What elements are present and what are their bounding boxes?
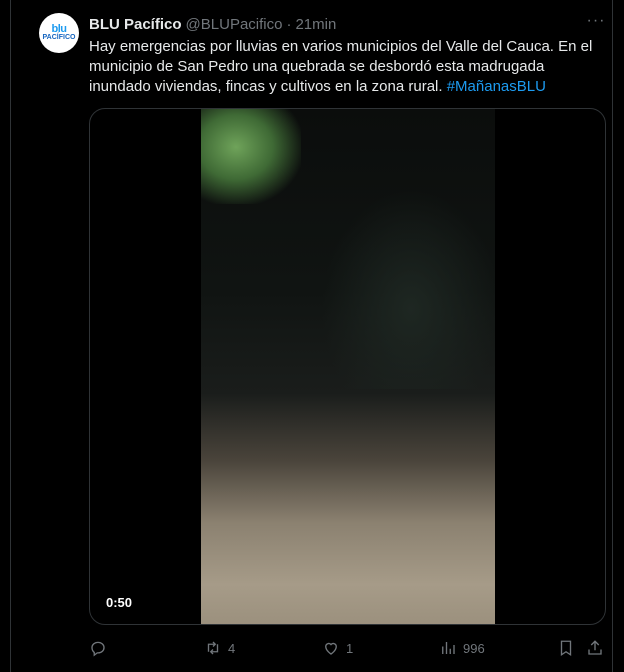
tweet-text: Hay emergencias por lluvias en varios mu… bbox=[89, 37, 604, 97]
author-name[interactable]: BLU Pacífico bbox=[89, 16, 182, 33]
like-count: 1 bbox=[346, 640, 354, 656]
video-trees bbox=[321, 189, 495, 389]
retweet-button[interactable]: 4 bbox=[204, 637, 235, 659]
video-frame[interactable] bbox=[201, 109, 495, 624]
action-bar: 4 1 996 bbox=[89, 637, 606, 661]
like-button[interactable]: 1 bbox=[322, 637, 353, 659]
avatar-logo-text: blu bbox=[51, 23, 68, 35]
reply-button[interactable] bbox=[89, 637, 107, 659]
views-button[interactable]: 996 bbox=[439, 637, 485, 659]
tweet-card[interactable]: blu PACÍFICO BLU Pacífico @BLUPacifico ·… bbox=[10, 0, 613, 672]
view-count: 996 bbox=[463, 640, 485, 656]
retweet-count: 4 bbox=[228, 640, 236, 656]
share-icon bbox=[588, 640, 602, 655]
video-foliage bbox=[201, 109, 301, 204]
share-button[interactable] bbox=[586, 637, 604, 659]
views-icon bbox=[442, 642, 455, 654]
hashtag-link[interactable]: #MañanasBLU bbox=[447, 78, 546, 95]
author-handle[interactable]: @BLUPacifico bbox=[186, 16, 283, 33]
timestamp[interactable]: 21min bbox=[295, 16, 336, 33]
video-duration: 0:50 bbox=[106, 595, 133, 610]
separator-dot: · bbox=[286, 15, 292, 33]
heart-icon bbox=[325, 642, 337, 655]
avatar-logo-subtext: PACÍFICO bbox=[42, 34, 76, 41]
avatar[interactable]: blu PACÍFICO bbox=[39, 13, 79, 53]
retweet-icon bbox=[207, 641, 219, 655]
bookmark-icon bbox=[560, 640, 572, 657]
more-options-icon[interactable]: ··· bbox=[585, 13, 607, 34]
video-player[interactable]: 0:50 bbox=[89, 108, 606, 625]
tweet-header: BLU Pacífico @BLUPacifico · 21min bbox=[89, 14, 336, 34]
bookmark-button[interactable] bbox=[557, 637, 575, 659]
reply-icon bbox=[91, 641, 105, 657]
